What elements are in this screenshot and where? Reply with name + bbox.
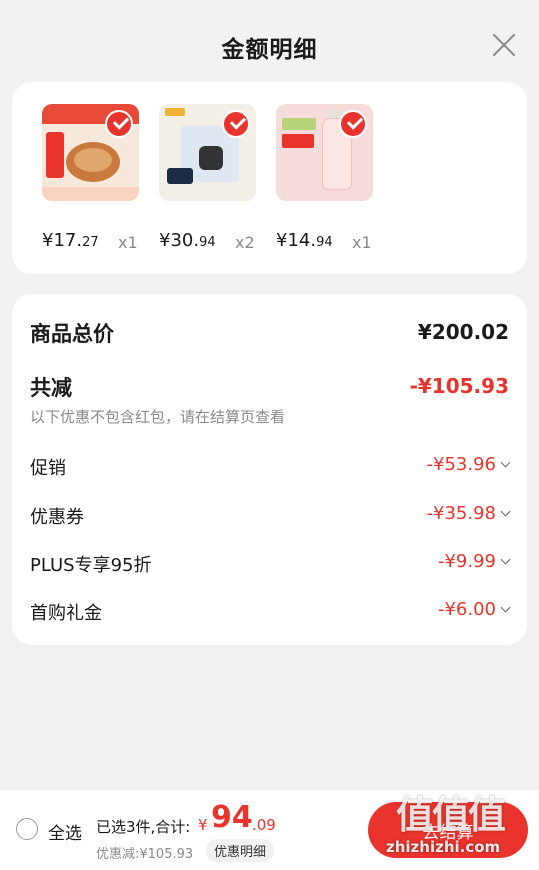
product-image (42, 104, 139, 201)
product-image (276, 104, 373, 201)
checkmark-icon (105, 110, 133, 138)
discount-label: PLUS专享95折 (30, 555, 152, 576)
checkmark-icon (222, 110, 250, 138)
discount-value: -¥35.98 (427, 503, 511, 524)
discount-label: 优惠券 (30, 507, 84, 528)
discount-label: 促销 (30, 458, 66, 479)
total-price-label: 商品总价 (30, 322, 114, 346)
product-item[interactable]: ¥30.94 x2 (159, 104, 269, 264)
select-all-label[interactable]: 全选 (48, 819, 82, 844)
total-price-value: ¥200.02 (417, 320, 509, 344)
discount-detail-button[interactable]: 优惠明细 (206, 839, 275, 862)
sheet-header: 金额明细 (0, 0, 539, 82)
chevron-down-icon (500, 457, 511, 468)
checkmark-icon (339, 110, 367, 138)
discount-value: -¥6.00 (438, 599, 511, 620)
discount-label: 首购礼金 (30, 603, 102, 624)
product-quantity: x1 (118, 233, 138, 252)
sum-decimal: .09 (252, 816, 276, 834)
product-price: ¥17.27 (42, 230, 99, 251)
discount-value: -¥53.96 (427, 454, 511, 475)
product-quantity: x1 (352, 233, 372, 252)
chevron-down-icon (500, 554, 511, 565)
total-reduction-label: 共减 (30, 376, 72, 400)
product-item[interactable]: ¥14.94 x1 (276, 104, 386, 264)
total-reduction-value: -¥105.93 (409, 374, 509, 398)
discount-note: 以下优惠不包含红包，请在结算页查看 (30, 408, 286, 426)
discount-value: -¥9.99 (438, 551, 511, 572)
checkout-button[interactable]: 去结算 (368, 802, 528, 858)
price-details-card: 商品总价 ¥200.02 共减 -¥105.93 以下优惠不包含红包，请在结算页… (12, 294, 527, 645)
product-image (159, 104, 256, 201)
sum-currency: ¥ (198, 816, 208, 834)
sheet-title: 金额明细 (221, 37, 318, 63)
selected-summary: 已选3件,合计: (96, 818, 191, 836)
select-all-radio[interactable] (16, 818, 38, 840)
checkout-bar: 全选 已选3件,合计: ¥ 94 .09 优惠减:¥105.93 优惠明细 去结… (0, 790, 539, 870)
product-price: ¥30.94 (159, 230, 216, 251)
close-icon[interactable] (491, 32, 517, 58)
sum-integer: 94 (211, 800, 253, 835)
amount-detail-sheet: 金额明细 ¥17.27 x1 ¥30.94 x2 ¥14.94 x1 商品总价 … (0, 0, 539, 790)
discount-summary: 优惠减:¥105.93 (96, 847, 194, 862)
product-price: ¥14.94 (276, 230, 333, 251)
product-item[interactable]: ¥17.27 x1 (42, 104, 152, 264)
chevron-down-icon (500, 506, 511, 517)
chevron-down-icon (500, 602, 511, 613)
products-card: ¥17.27 x1 ¥30.94 x2 ¥14.94 x1 (12, 82, 527, 274)
product-quantity: x2 (235, 233, 255, 252)
